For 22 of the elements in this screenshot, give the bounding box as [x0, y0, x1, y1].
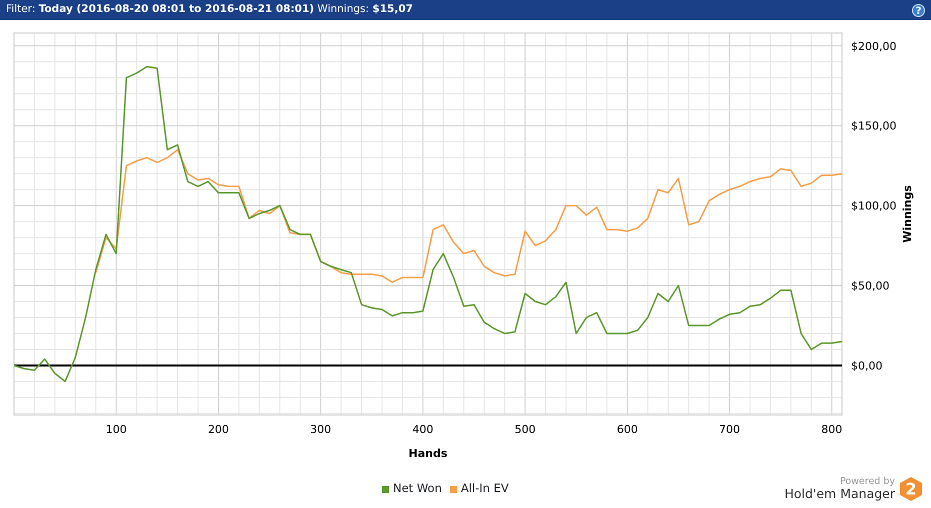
y-tick-label: $0,00 [851, 359, 882, 372]
y-axis-title: Winnings [901, 185, 914, 243]
x-tick-label: 200 [208, 423, 229, 436]
legend-label: Net Won [393, 480, 442, 498]
x-tick-label: 300 [310, 423, 332, 436]
logo-badge-icon: 2 [899, 476, 923, 502]
y-tick-label: $100,00 [851, 200, 896, 213]
x-tick-label: 400 [412, 423, 434, 436]
product-name: Hold'em Manager [784, 486, 895, 502]
legend-label: All-In EV [460, 480, 509, 498]
y-tick-label: $50,00 [851, 280, 890, 293]
x-axis-title: Hands [408, 447, 448, 460]
y-tick-label: $150,00 [851, 120, 896, 133]
y-tick-label: $200,00 [851, 40, 896, 53]
x-tick-label: 700 [719, 423, 740, 436]
x-tick-label: 100 [106, 423, 127, 436]
x-tick-label: 600 [616, 423, 638, 436]
powered-by-text: Powered by [838, 476, 895, 486]
filter-summary: Filter: Today (2016-08-20 08:01 to 2016-08-21 08:01) Winnings: $15,07 [6, 2, 413, 18]
x-tick-label: 800 [821, 423, 842, 436]
x-tick-label: 500 [514, 423, 536, 436]
help-icon[interactable]: ? [912, 4, 925, 16]
